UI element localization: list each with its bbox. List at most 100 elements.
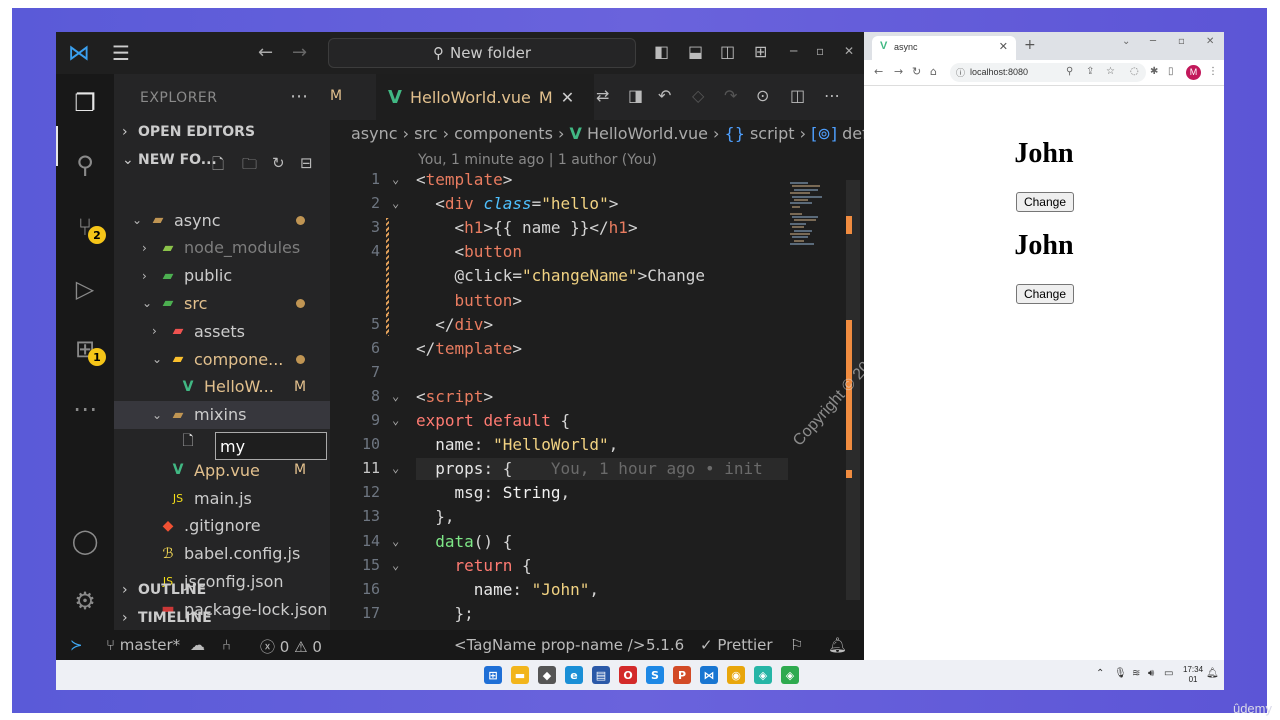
code-line[interactable]: return { [416, 556, 532, 575]
mic-icon[interactable]: 🎙︎ [1114, 668, 1127, 679]
new-file-icon[interactable]: 🗋 [212, 154, 224, 179]
code-line[interactable]: name: "HelloWorld", [416, 435, 618, 454]
tree-item[interactable]: ⌄ ▰ async [114, 206, 330, 234]
sync-icon[interactable]: ☁ [190, 636, 205, 654]
breadcrumb-item[interactable]: defa [842, 124, 864, 143]
toggle-panel-icon[interactable]: ⬓ [688, 42, 703, 61]
minimize-icon[interactable]: ─ [790, 44, 797, 58]
more-views-icon[interactable]: ⋯ [66, 390, 104, 428]
tree-item[interactable]: ⌄ ▰ compone... [114, 345, 330, 373]
close-window-icon[interactable]: ✕ [1206, 36, 1214, 47]
run-debug-icon[interactable]: ▷ [66, 270, 104, 308]
code-line[interactable]: export default { [416, 411, 570, 430]
new-folder-icon[interactable]: 🗀 [242, 154, 257, 179]
store-icon[interactable]: ▤ [592, 666, 610, 684]
code-line[interactable]: name: "John", [416, 580, 599, 599]
breadcrumb-item[interactable]: components [454, 124, 553, 143]
app-icon[interactable]: ◈ [781, 666, 799, 684]
git-graph-icon[interactable]: ⊙ [756, 86, 769, 105]
manage-gear-icon[interactable]: ⚙ [66, 582, 104, 620]
back-arrow-icon[interactable]: ← [258, 42, 273, 63]
accounts-icon[interactable]: ◯ [66, 522, 104, 560]
outline-section[interactable]: › OUTLINE [122, 582, 206, 598]
code-line[interactable]: <div class="hello"> [416, 194, 618, 213]
code-line[interactable]: msg: String, [416, 483, 571, 502]
file-explorer-icon[interactable]: ▬ [511, 666, 529, 684]
timeline-section[interactable]: › TIMELINE [122, 610, 212, 626]
tree-item[interactable]: ⌄ ▰ mixins [114, 400, 330, 429]
notifications-icon[interactable]: 🔔︎ [1206, 668, 1219, 679]
explorer-more-icon[interactable]: ⋯ [290, 86, 308, 107]
rename-input[interactable] [215, 432, 327, 460]
code-line[interactable]: <h1>{{ name }}</h1> [416, 218, 638, 237]
problems-indicator[interactable]: ⓧ 0 ⚠ 0 [260, 636, 322, 657]
bookmark-star-icon[interactable]: ☆ [1106, 66, 1115, 77]
breadcrumb-item[interactable]: HelloWorld.vue [587, 124, 708, 143]
source-control-icon[interactable]: ⑂ 2 [66, 208, 106, 246]
extension-icon[interactable]: ◌ [1130, 66, 1139, 77]
tree-item[interactable]: › ▰ public [114, 262, 330, 290]
git-graph-status-icon[interactable]: ⑃ [222, 636, 231, 654]
tagname-hint[interactable]: <TagName prop-name /> [454, 636, 645, 654]
back-arrow-icon[interactable]: ← [874, 65, 883, 78]
home-icon[interactable]: ⌂ [930, 65, 937, 78]
forward-arrow-icon[interactable]: → [292, 42, 307, 63]
new-tab-icon[interactable]: + [1024, 37, 1036, 53]
change-button[interactable]: Change [1016, 284, 1074, 304]
fold-chevron-icon[interactable]: ⌄ [392, 196, 399, 210]
tree-item[interactable]: ℬbabel.config.js [114, 540, 330, 568]
browser-tab[interactable]: V async ✕ [872, 36, 1016, 60]
app-icon[interactable]: ◆ [538, 666, 556, 684]
zoom-icon[interactable]: ⚲ [1066, 66, 1073, 77]
wifi-icon[interactable]: ≋ [1132, 668, 1140, 679]
open-editors-section[interactable]: › OPEN EDITORS [122, 124, 255, 140]
fold-chevron-icon[interactable]: ⌄ [392, 172, 399, 186]
prettier-status[interactable]: ✓ Prettier [700, 636, 773, 654]
battery-icon[interactable]: ▭ [1164, 668, 1173, 679]
ts-version[interactable]: 5.1.6 [646, 636, 684, 654]
folder-section[interactable]: ⌄ NEW FO... [122, 152, 217, 168]
code-line[interactable]: <script> [416, 387, 493, 406]
codelens-blame[interactable]: You, 1 minute ago | 1 author (You) [418, 152, 657, 168]
previous-tab-mark[interactable]: M [330, 88, 342, 104]
close-tab-icon[interactable]: ✕ [999, 40, 1008, 53]
tree-item[interactable]: V HelloW... M [114, 373, 330, 401]
command-center-search[interactable]: ⚲ New folder [328, 38, 636, 68]
explorer-icon[interactable]: ❐ [66, 84, 104, 122]
tree-item[interactable]: V App.vue M [114, 456, 330, 484]
browser-menu-icon[interactable]: ⋮ [1208, 66, 1218, 77]
vscode-taskbar-icon[interactable]: ⋈ [700, 666, 718, 684]
fold-chevron-icon[interactable]: ⌄ [392, 389, 399, 403]
sidepanel-icon[interactable]: ▯ [1168, 66, 1174, 77]
tree-item[interactable]: JS main.js [114, 484, 330, 512]
branch-indicator[interactable]: ⑂ master* [106, 636, 180, 654]
tab-helloworld-vue[interactable]: V HelloWorld.vue M ✕ [376, 74, 594, 120]
minimize-icon[interactable]: ─ [1150, 36, 1156, 47]
chrome-icon[interactable]: ◉ [727, 666, 745, 684]
breadcrumb-item[interactable]: src [414, 124, 437, 143]
code-line[interactable]: </template> [416, 339, 522, 358]
powerpoint-icon[interactable]: P [673, 666, 691, 684]
open-changes-icon[interactable]: ⇄ [596, 86, 609, 105]
change-button[interactable]: Change [1016, 192, 1074, 212]
live-share-icon[interactable]: ⚐ [790, 636, 803, 654]
fold-chevron-icon[interactable]: ⌄ [392, 413, 399, 427]
windows-start-icon[interactable]: ⊞ [484, 666, 502, 684]
menu-icon[interactable]: ☰ [112, 41, 130, 65]
close-tab-icon[interactable]: ✕ [561, 88, 574, 107]
code-line[interactable]: props: { You, 1 hour ago • init [416, 459, 763, 478]
code-line[interactable]: </div> [416, 315, 493, 334]
volume-icon[interactable]: 🔊︎ [1148, 668, 1154, 679]
tree-item[interactable]: ⌄ ▰ src [114, 289, 330, 317]
code-line[interactable]: }, [416, 507, 454, 526]
git-commit-icon[interactable]: ◇ [692, 86, 704, 105]
edge-icon[interactable]: e [565, 666, 583, 684]
toggle-secondary-sidebar-icon[interactable]: ◫ [720, 42, 735, 61]
reload-icon[interactable]: ↻ [912, 65, 921, 78]
fold-chevron-icon[interactable]: ⌄ [392, 558, 399, 572]
code-line[interactable]: @click="changeName">Change [416, 266, 705, 285]
code-editor[interactable]: 1 ⌄ <template> 2 ⌄ <div class="hello"> 3 <h1>… [330, 168, 790, 628]
close-window-icon[interactable]: ✕ [844, 44, 854, 58]
code-line[interactable]: <button [416, 242, 522, 261]
collapse-all-icon[interactable]: ⊟ [300, 154, 313, 172]
